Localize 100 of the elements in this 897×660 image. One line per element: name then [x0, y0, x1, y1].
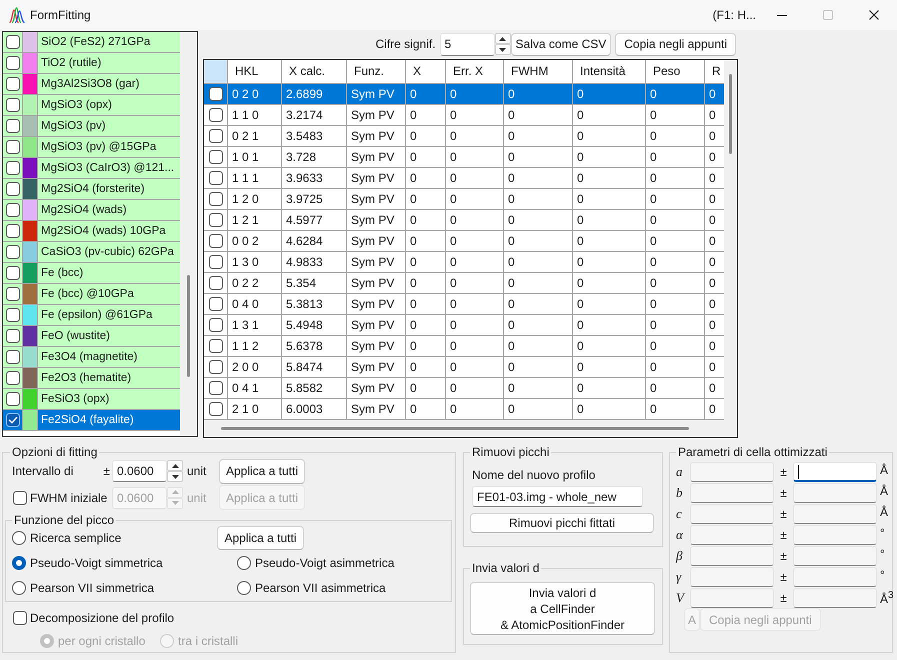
error-field[interactable] — [793, 567, 877, 587]
checkbox[interactable] — [6, 203, 20, 217]
list-row[interactable]: Mg2SiO4 (wads) — [3, 200, 180, 221]
checkbox[interactable] — [208, 318, 222, 332]
list-row[interactable]: Mg2SiO4 (forsterite) — [3, 179, 180, 200]
checkbox[interactable] — [6, 413, 20, 427]
list-row[interactable]: TiO2 (rutile) — [3, 53, 180, 74]
column-header[interactable]: HKL — [228, 60, 282, 84]
table-row[interactable]: 0 4 0 5.3813 Sym PV 0 0 0 0 0 0 — [204, 294, 724, 315]
checkbox[interactable] — [6, 56, 20, 70]
checkbox[interactable] — [208, 360, 222, 374]
table-row[interactable]: 0 2 2 5.354 Sym PV 0 0 0 0 0 0 — [204, 273, 724, 294]
column-header[interactable]: Funz. — [347, 60, 406, 84]
checkbox[interactable] — [208, 171, 222, 185]
error-field[interactable] — [793, 462, 877, 482]
list-row[interactable]: SiO2 (FeS2) 271GPa — [3, 32, 180, 53]
checkbox[interactable] — [6, 98, 20, 112]
number-field[interactable]: 0.0600 — [112, 460, 167, 482]
table-row[interactable]: 1 3 1 5.4948 Sym PV 0 0 0 0 0 0 — [204, 315, 724, 336]
error-field[interactable] — [793, 525, 877, 545]
value-field[interactable] — [690, 567, 774, 587]
checkbox[interactable] — [208, 255, 222, 269]
list-row[interactable]: Fe (epsilon) @61GPa — [3, 305, 180, 326]
checkbox[interactable] — [6, 329, 20, 343]
checkbox[interactable] — [208, 213, 222, 227]
error-field[interactable] — [793, 483, 877, 503]
list-row[interactable]: FeO (wustite) — [3, 326, 180, 347]
column-header[interactable]: FWHM — [504, 60, 573, 84]
checkbox[interactable] — [6, 371, 20, 385]
checkbox[interactable] — [208, 402, 222, 416]
checkbox[interactable] — [208, 150, 222, 164]
error-field[interactable] — [793, 546, 877, 566]
radio-button[interactable] — [237, 556, 251, 570]
table-row[interactable]: 2 0 0 5.8474 Sym PV 0 0 0 0 0 0 — [204, 357, 724, 378]
list-row[interactable]: MgSiO3 (opx) — [3, 95, 180, 116]
value-field[interactable] — [690, 483, 774, 503]
checkbox[interactable] — [6, 287, 20, 301]
radio-button[interactable] — [237, 580, 251, 594]
error-field[interactable] — [793, 588, 877, 608]
checkbox[interactable] — [208, 339, 222, 353]
spin-up-button[interactable] — [494, 33, 511, 44]
value-field[interactable] — [690, 588, 774, 608]
table-row[interactable]: 1 3 0 4.9833 Sym PV 0 0 0 0 0 0 — [204, 252, 724, 273]
list-row[interactable]: Fe3O4 (magnetite) — [3, 347, 180, 368]
radio-button[interactable] — [12, 531, 26, 545]
send-values-button[interactable]: Invia valori d a CellFinder & AtomicPositionFinder — [470, 582, 655, 635]
checkbox[interactable] — [208, 297, 222, 311]
number-field[interactable]: 5 — [440, 32, 495, 56]
table-row[interactable]: 1 1 1 3.9633 Sym PV 0 0 0 0 0 0 — [204, 168, 724, 189]
checkbox[interactable] — [13, 611, 27, 625]
checkbox[interactable] — [6, 119, 20, 133]
list-row[interactable]: Fe2SiO4 (fayalite) — [3, 410, 180, 431]
column-header[interactable]: X — [406, 60, 446, 84]
checkbox[interactable] — [208, 129, 222, 143]
header-corner-cell[interactable] — [204, 60, 228, 84]
list-row[interactable]: Fe (bcc) @10GPa — [3, 284, 180, 305]
list-row[interactable]: CaSiO3 (pv-cubic) 62GPa — [3, 242, 180, 263]
apply-button[interactable]: Applica a tutti — [219, 458, 305, 484]
toolbar-button[interactable]: Copia negli appunti — [615, 32, 736, 56]
checkbox[interactable] — [6, 182, 20, 196]
checkbox[interactable] — [6, 77, 20, 91]
checkbox[interactable] — [208, 381, 222, 395]
checkbox[interactable] — [6, 350, 20, 364]
list-row[interactable]: MgSiO3 (CaIrO3) @121... — [3, 158, 180, 179]
checkbox[interactable] — [208, 234, 222, 248]
table-row[interactable]: 1 1 0 3.2174 Sym PV 0 0 0 0 0 0 — [204, 105, 724, 126]
radio-button[interactable] — [12, 556, 26, 570]
checkbox[interactable] — [208, 108, 222, 122]
column-header[interactable]: X calc. — [282, 60, 347, 84]
table-row[interactable]: 0 0 2 4.6284 Sym PV 0 0 0 0 0 0 — [204, 231, 724, 252]
table-row[interactable]: 0 4 1 5.8582 Sym PV 0 0 0 0 0 0 — [204, 378, 724, 399]
list-row[interactable]: Fe2O3 (hematite) — [3, 368, 180, 389]
table-row[interactable]: 0 2 1 3.5483 Sym PV 0 0 0 0 0 0 — [204, 126, 724, 147]
table-row[interactable]: 1 1 2 5.6378 Sym PV 0 0 0 0 0 0 — [204, 336, 724, 357]
checkbox[interactable] — [6, 308, 20, 322]
list-row[interactable]: MgSiO3 (pv) @15GPa — [3, 137, 180, 158]
scrollbar-thumb[interactable] — [187, 275, 190, 377]
value-field[interactable] — [690, 462, 774, 482]
checkbox[interactable] — [6, 140, 20, 154]
table-row[interactable]: 1 2 0 3.9725 Sym PV 0 0 0 0 0 0 — [204, 189, 724, 210]
list-row[interactable]: MgSiO3 (pv) — [3, 116, 180, 137]
spin-down-button[interactable] — [494, 44, 511, 55]
checkbox[interactable] — [6, 224, 20, 238]
vertical-scrollbar[interactable] — [180, 32, 197, 436]
spin-up-button[interactable] — [167, 460, 183, 471]
error-field[interactable] — [793, 504, 877, 524]
table-row[interactable]: 1 0 1 3.728 Sym PV 0 0 0 0 0 0 — [204, 147, 724, 168]
apply-button[interactable]: Applica a tutti — [217, 526, 304, 550]
checkbox[interactable] — [208, 192, 222, 206]
checkbox[interactable] — [6, 245, 20, 259]
value-field[interactable] — [690, 546, 774, 566]
text-field[interactable]: FE01-03.img - whole_new — [472, 486, 643, 507]
radio-button[interactable] — [12, 580, 26, 594]
column-header[interactable]: Peso — [646, 60, 705, 84]
table-row[interactable]: 0 2 0 2.6899 Sym PV 0 0 0 0 0 0 — [204, 84, 724, 105]
checkbox[interactable] — [6, 266, 20, 280]
list-row[interactable]: FeSiO3 (opx) — [3, 389, 180, 410]
checkbox[interactable] — [6, 35, 20, 49]
checkbox[interactable] — [6, 392, 20, 406]
remove-peaks-button[interactable]: Rimuovi picchi fittati — [470, 513, 654, 533]
